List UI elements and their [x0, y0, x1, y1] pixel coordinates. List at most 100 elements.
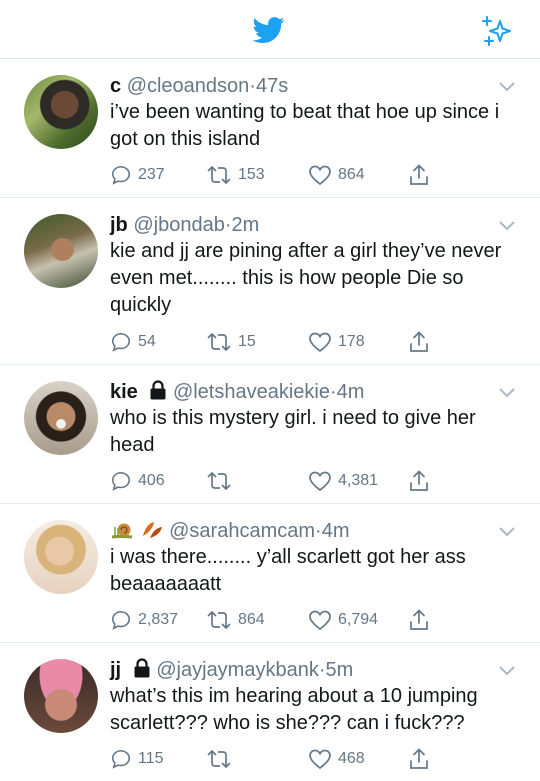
like-count: 468 — [338, 750, 365, 767]
avatar[interactable] — [24, 381, 98, 455]
tweet-header: @sarahcamcam·4m — [110, 518, 350, 544]
reply-button[interactable]: 54 — [110, 330, 156, 354]
share-button[interactable] — [408, 469, 436, 493]
tweet-text: kie and jj are pining after a girl they’… — [110, 240, 502, 316]
tweet-text: who is this mystery girl. i need to give… — [110, 407, 476, 456]
sparkle-icon[interactable] — [478, 13, 514, 49]
reply-button[interactable]: 2,837 — [110, 608, 178, 632]
like-button[interactable]: 468 — [308, 747, 365, 771]
avatar[interactable] — [24, 214, 98, 288]
reply-icon — [111, 471, 131, 491]
chevron-down-icon[interactable] — [498, 526, 516, 538]
timestamp[interactable]: 2m — [232, 214, 260, 236]
tweet-header: c @cleoandson·47s — [110, 73, 288, 99]
tweet-text: i was there........ y’all scarlett got h… — [110, 546, 466, 595]
reply-count: 2,837 — [138, 611, 179, 628]
tweet[interactable]: @sarahcamcam·4m i was there........ y’al… — [0, 504, 540, 643]
timestamp[interactable]: 5m — [326, 659, 354, 681]
retweet-icon — [207, 472, 231, 490]
tweet-actions: 237 153 864 — [110, 163, 530, 187]
display-name[interactable]: jb — [110, 214, 128, 236]
tweet-actions: 115 468 — [110, 747, 530, 771]
tweet-header: kie @letshaveakiekie·4m — [110, 379, 364, 405]
timestamp[interactable]: 4m — [322, 520, 350, 542]
username[interactable]: @sarahcamcam — [169, 520, 315, 542]
retweet-icon — [207, 750, 231, 768]
tweet[interactable]: kie @letshaveakiekie·4m who is this myst… — [0, 365, 540, 504]
tweet-text: what’s this im hearing about a 10 jumpin… — [110, 685, 478, 734]
like-button[interactable]: 4,381 — [308, 469, 378, 493]
separator-dot: · — [315, 520, 322, 542]
tweet-actions: 406 4,381 — [110, 469, 530, 493]
heart-icon — [309, 749, 331, 770]
heart-icon — [309, 165, 331, 186]
reply-count: 406 — [138, 472, 165, 489]
top-bar — [0, 0, 540, 59]
like-count: 864 — [338, 166, 365, 183]
display-name[interactable]: c — [110, 75, 121, 97]
chevron-down-icon[interactable] — [498, 665, 516, 677]
heart-icon — [309, 332, 331, 353]
separator-dot: · — [318, 659, 326, 681]
tweet-actions: 2,837 864 6,794 — [110, 608, 530, 632]
retweet-button[interactable] — [206, 747, 238, 771]
reply-count: 115 — [138, 750, 164, 767]
heart-icon — [309, 471, 331, 492]
avatar[interactable] — [24, 659, 98, 733]
reply-button[interactable]: 237 — [110, 163, 165, 187]
retweet-icon — [207, 333, 231, 351]
username[interactable]: @jbondab — [133, 214, 224, 236]
share-icon — [410, 331, 428, 352]
share-button[interactable] — [408, 747, 436, 771]
retweet-button[interactable] — [206, 469, 238, 493]
retweet-icon — [207, 611, 231, 629]
share-icon — [410, 609, 428, 630]
tweet-header: jj @jayjaymaykbank·5m — [110, 657, 353, 683]
lock-icon — [150, 380, 166, 400]
tweet[interactable]: jj @jayjaymaykbank·5m what’s this im hea… — [0, 643, 540, 781]
twitter-bird-icon[interactable] — [250, 14, 288, 46]
username[interactable]: @jayjaymaykbank — [156, 659, 319, 681]
retweet-button[interactable]: 153 — [206, 163, 265, 187]
avatar[interactable] — [24, 75, 98, 149]
separator-dot: · — [249, 75, 256, 97]
display-name[interactable]: jj — [110, 659, 121, 681]
separator-dot: · — [330, 381, 337, 403]
reply-icon — [111, 749, 131, 769]
share-button[interactable] — [408, 330, 436, 354]
retweet-button[interactable]: 864 — [206, 608, 265, 632]
display-name[interactable]: kie — [110, 381, 138, 403]
separator-dot: · — [224, 214, 232, 236]
retweet-button[interactable]: 15 — [206, 330, 256, 354]
timestamp[interactable]: 47s — [256, 75, 288, 97]
share-button[interactable] — [408, 608, 436, 632]
timestamp[interactable]: 4m — [337, 381, 365, 403]
share-button[interactable] — [408, 163, 436, 187]
reply-icon — [111, 610, 131, 630]
tweet-text: i’ve been wanting to beat that hoe up si… — [110, 101, 500, 150]
like-button[interactable]: 864 — [308, 163, 365, 187]
like-count: 4,381 — [338, 472, 379, 489]
tweet[interactable]: jb @jbondab·2m kie and jj are pining aft… — [0, 198, 540, 365]
chevron-down-icon[interactable] — [498, 81, 516, 93]
tweet-actions: 54 15 178 — [110, 330, 530, 354]
retweet-count: 864 — [238, 611, 265, 628]
like-button[interactable]: 178 — [308, 330, 365, 354]
like-button[interactable]: 6,794 — [308, 608, 378, 632]
share-icon — [410, 470, 428, 491]
chevron-down-icon[interactable] — [498, 387, 516, 399]
chevron-down-icon[interactable] — [498, 220, 516, 232]
snail-emoji-icon — [111, 523, 133, 539]
avatar[interactable] — [24, 520, 98, 594]
username[interactable]: @cleoandson — [127, 75, 250, 97]
reply-button[interactable]: 115 — [110, 747, 164, 771]
reply-icon — [111, 165, 131, 185]
like-count: 6,794 — [338, 611, 379, 628]
tweet[interactable]: c @cleoandson·47s i’ve been wanting to b… — [0, 59, 540, 198]
like-count: 178 — [338, 333, 365, 350]
username[interactable]: @letshaveakiekie — [173, 381, 330, 403]
reply-count: 54 — [138, 333, 156, 350]
share-icon — [410, 748, 428, 769]
lock-icon — [134, 658, 150, 678]
reply-button[interactable]: 406 — [110, 469, 165, 493]
